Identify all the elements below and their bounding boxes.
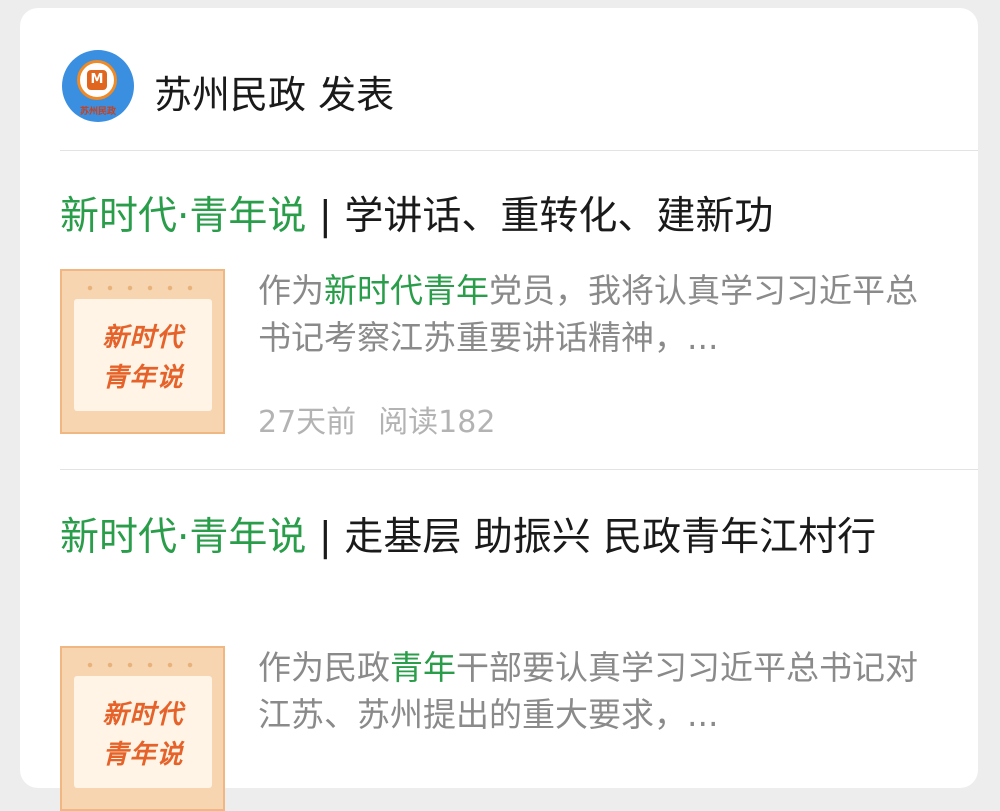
article-item[interactable]: 新时代·青年说 | 走基层 助振兴 民政青年江村行 新时代 青年说 作为民政青年… [20, 470, 978, 811]
article-title[interactable]: 新时代·青年说 | 学讲话、重转化、建新功 [60, 189, 940, 245]
summary-highlight: 新时代青年 [324, 271, 489, 310]
article-read-count: 阅读182 [378, 405, 496, 440]
publisher-card: M 苏州民政 苏州民政 发表 新时代·青年说 | 学讲话、重转化、建新功 新时代… [20, 8, 978, 811]
avatar-label: 苏州民政 [79, 107, 116, 117]
civil-affairs-emblem-icon: M [77, 60, 117, 100]
summary-highlight: 青年 [390, 648, 456, 687]
publisher-line: 苏州民政 发表 [154, 64, 394, 119]
thumbnail-paper: 新时代 青年说 [74, 299, 212, 411]
thumbnail-line-2: 青年说 [102, 740, 184, 770]
article-title-series: 新时代·青年说 [60, 515, 307, 560]
thumbnail-line-1: 新时代 [102, 323, 184, 353]
article-title-series: 新时代·青年说 [60, 194, 307, 239]
article-summary: 作为民政青年干部要认真学习习近平总书记对江苏、苏州提出的重大要求，... [258, 648, 918, 734]
thumbnail-dots [80, 662, 200, 668]
publisher-name[interactable]: 苏州民政 [154, 73, 306, 117]
article-title-text: | 走基层 助振兴 民政青年江村行 [306, 515, 877, 560]
article-item[interactable]: 新时代·青年说 | 学讲话、重转化、建新功 新时代 青年说 作为新时代青年党员，… [20, 151, 978, 469]
publisher-avatar[interactable]: M 苏州民政 [62, 50, 134, 122]
thumbnail-dots [80, 285, 200, 291]
article-thumbnail[interactable]: 新时代 青年说 [60, 269, 225, 434]
thumbnail-paper: 新时代 青年说 [74, 676, 212, 788]
thumbnail-line-2: 青年说 [102, 363, 184, 393]
article-summary: 作为新时代青年党员，我将认真学习习近平总书记考察江苏重要讲话精神，... [258, 271, 918, 357]
publisher-header[interactable]: M 苏州民政 苏州民政 发表 [20, 8, 978, 150]
article-thumbnail[interactable]: 新时代 青年说 [60, 646, 225, 811]
thumbnail-line-1: 新时代 [102, 700, 184, 730]
article-title[interactable]: 新时代·青年说 | 走基层 助振兴 民政青年江村行 [60, 510, 940, 566]
article-meta: 27天前 阅读182 [258, 397, 517, 441]
article-time: 27天前 [258, 405, 357, 440]
publish-action-label: 发表 [318, 73, 395, 117]
article-title-text: | 学讲话、重转化、建新功 [306, 194, 774, 239]
